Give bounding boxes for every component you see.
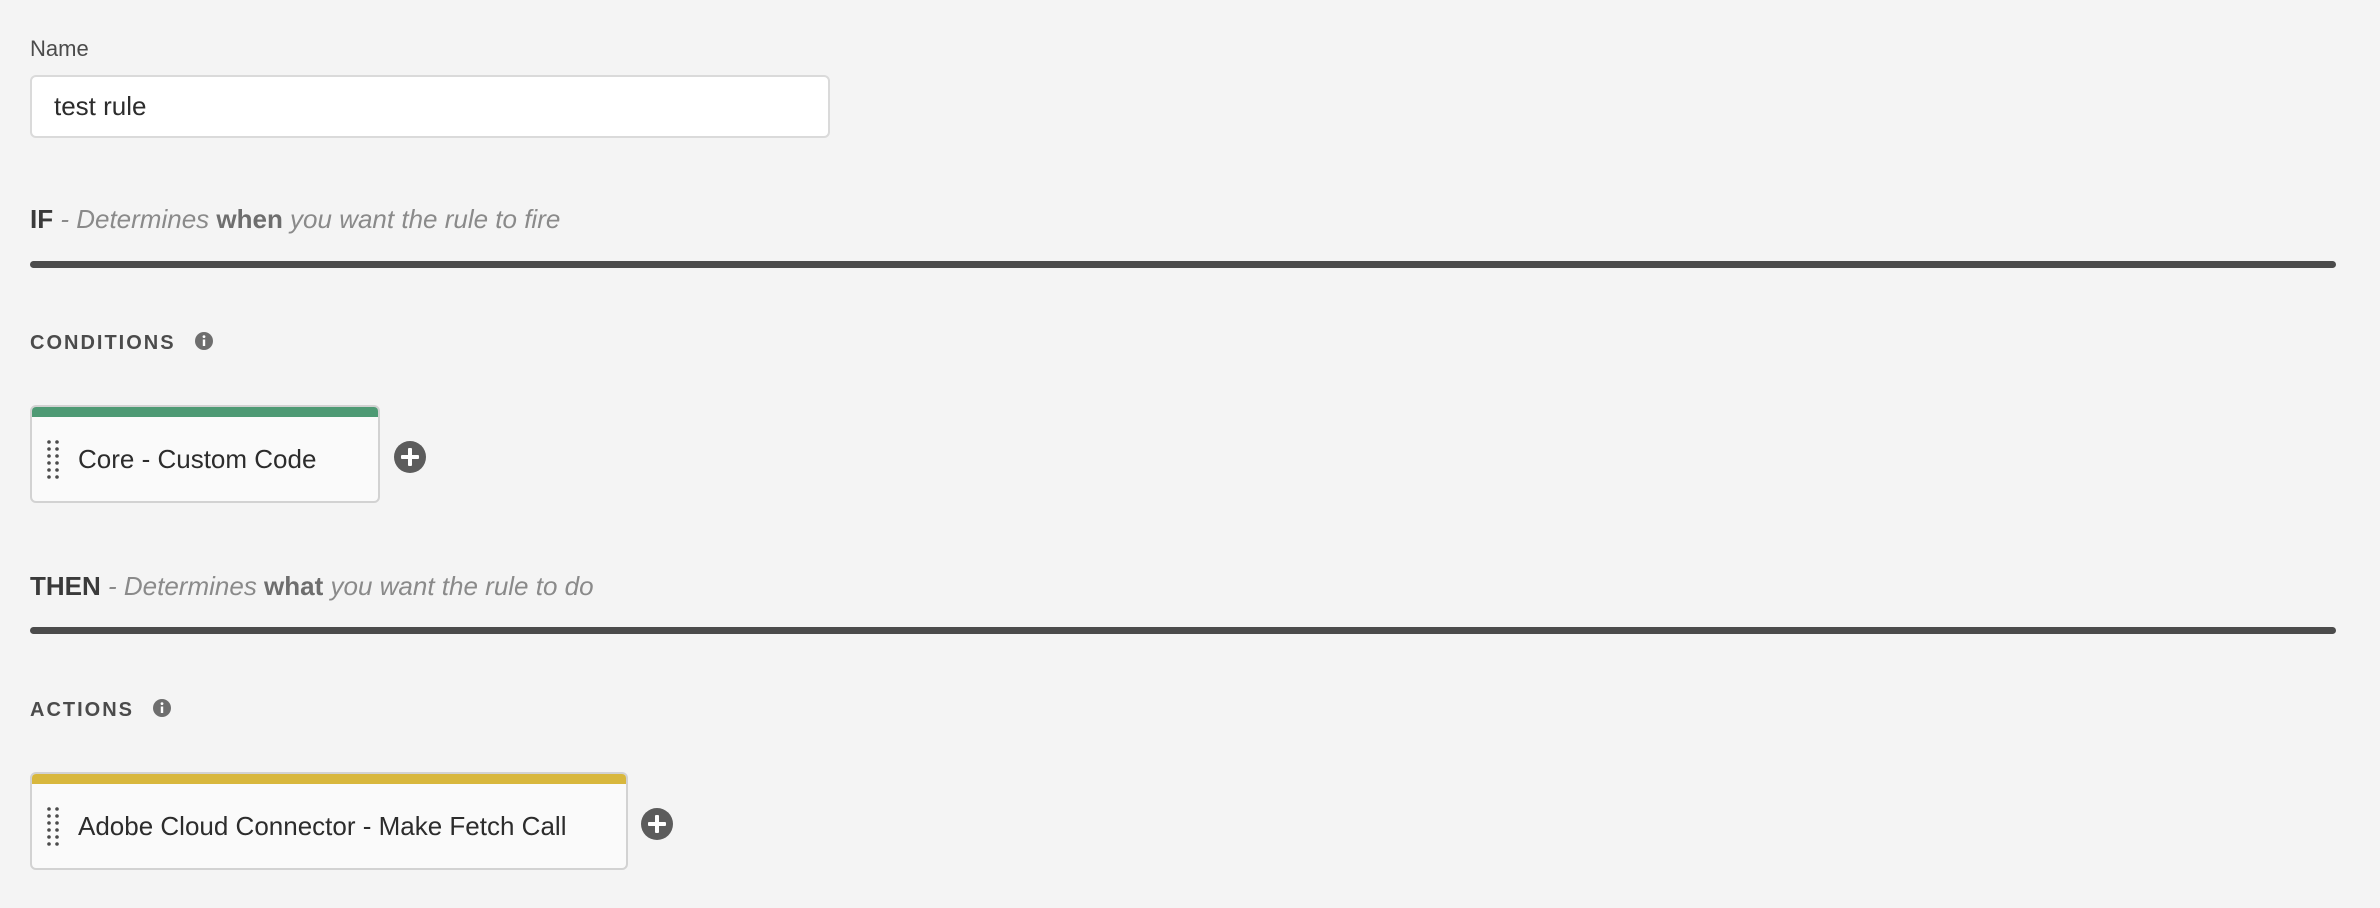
add-circle-icon bbox=[394, 441, 426, 473]
condition-card-accent bbox=[32, 407, 378, 417]
if-keyword: IF bbox=[30, 204, 54, 234]
name-label: Name bbox=[30, 36, 89, 61]
then-divider bbox=[30, 627, 2336, 634]
then-desc-emph: what bbox=[264, 571, 324, 601]
conditions-heading: CONDITIONS bbox=[30, 331, 214, 355]
info-icon[interactable] bbox=[194, 331, 214, 351]
action-card-label: Adobe Cloud Connector - Make Fetch Call bbox=[78, 810, 567, 841]
action-card-accent bbox=[32, 774, 626, 784]
info-icon[interactable] bbox=[152, 698, 172, 718]
then-heading: THEN - Determines what you want the rule… bbox=[30, 571, 594, 602]
drag-handle-icon[interactable] bbox=[46, 439, 60, 479]
if-desc-post: you want the rule to fire bbox=[282, 204, 561, 234]
then-desc-post: you want the rule to do bbox=[323, 571, 594, 601]
conditions-title: CONDITIONS bbox=[30, 332, 176, 354]
actions-title: ACTIONS bbox=[30, 699, 134, 721]
if-desc-emph: when bbox=[216, 204, 283, 234]
add-condition-button[interactable] bbox=[393, 440, 427, 474]
action-card[interactable]: Adobe Cloud Connector - Make Fetch Call bbox=[30, 772, 628, 870]
condition-card[interactable]: Core - Custom Code bbox=[30, 405, 380, 503]
if-heading: IF - Determines when you want the rule t… bbox=[30, 204, 560, 235]
rule-editor: Name IF - Determines when you want the r… bbox=[0, 0, 2380, 908]
drag-handle-icon[interactable] bbox=[46, 806, 60, 846]
if-desc-pre: - Determines bbox=[53, 204, 217, 234]
name-input[interactable] bbox=[30, 75, 830, 138]
then-desc-pre: - Determines bbox=[100, 571, 265, 601]
then-keyword: THEN bbox=[30, 571, 101, 601]
condition-card-label: Core - Custom Code bbox=[78, 443, 317, 474]
add-action-button[interactable] bbox=[640, 807, 674, 841]
actions-heading: ACTIONS bbox=[30, 698, 172, 722]
add-circle-icon bbox=[641, 808, 673, 840]
if-divider bbox=[30, 261, 2336, 268]
